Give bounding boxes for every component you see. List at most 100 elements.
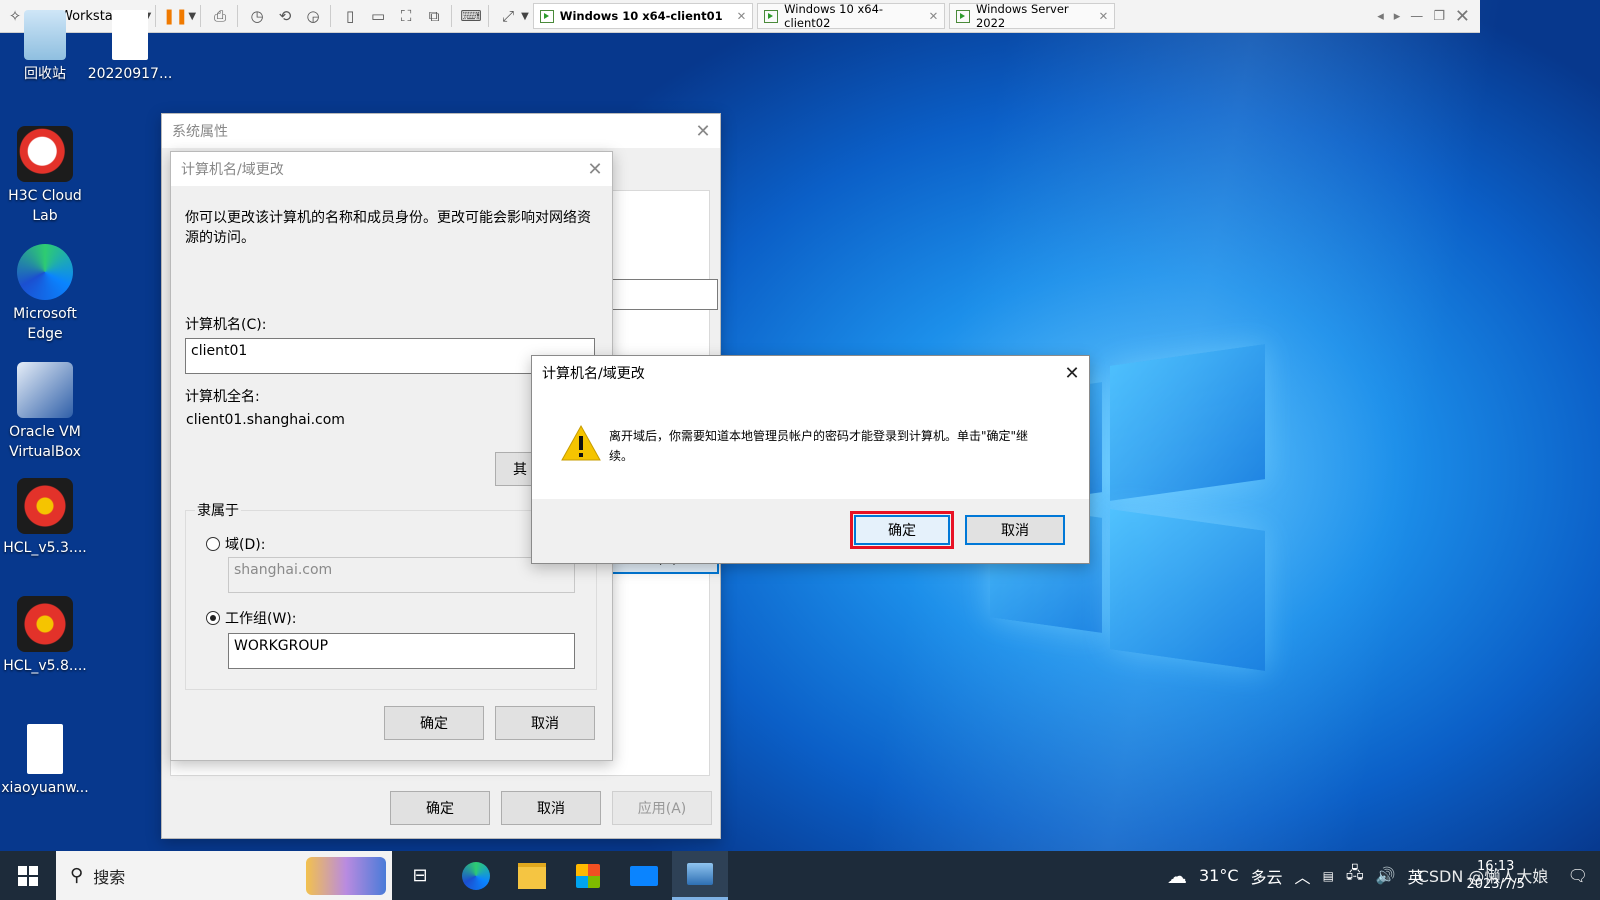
computer-name-label: 计算机名(C):	[185, 317, 267, 333]
show-hidden-icons-icon[interactable]: ︿	[1295, 864, 1311, 888]
clock[interactable]: 16:13 2023/7/5 CSDN @懒人大娘	[1418, 856, 1556, 896]
weather-desc[interactable]: 多云	[1251, 864, 1283, 888]
full-screen-icon[interactable]: ⛶	[393, 3, 419, 29]
system-properties-taskbar-icon[interactable]	[672, 851, 728, 900]
workgroup-input[interactable]: WORKGROUP	[228, 633, 575, 669]
domain-radio[interactable]	[206, 537, 220, 551]
dialog-description: 你可以更改该计算机的名称和成员身份。更改可能会影响对网络资源的访问。	[185, 210, 591, 246]
csdn-watermark: CSDN @懒人大娘	[1417, 866, 1549, 886]
library-view-icon[interactable]: ▯	[337, 3, 363, 29]
ok-button[interactable]: 确定	[390, 791, 490, 825]
stretch-icon[interactable]: ⤢	[495, 3, 521, 29]
notification-icon[interactable]: 🗨	[1568, 866, 1588, 885]
hcl-icon	[17, 478, 73, 534]
warning-icon	[561, 424, 601, 461]
cancel-button[interactable]: 取消	[501, 791, 601, 825]
file-explorer-icon[interactable]	[504, 851, 560, 900]
system-tray: ☁ 31°C 多云 ︿ ▤ 🖧 🔊 英 16:13 2023/7/5 CSDN …	[1167, 856, 1600, 896]
close-icon[interactable]: ✕	[1055, 363, 1089, 384]
chevron-down-icon[interactable]: ▼	[188, 11, 196, 22]
button-label: 确定	[426, 801, 454, 817]
dialog-title: 计算机名/域更改	[542, 366, 645, 382]
file-icon	[27, 724, 63, 774]
unity-icon[interactable]: ⧉	[421, 3, 447, 29]
tab-scroll-left-icon[interactable]: ◂	[1377, 9, 1384, 24]
taskbar-search-box[interactable]: ⚲ 搜索	[56, 851, 392, 900]
vm-tab-client02[interactable]: Windows 10 x64-client02 ✕	[757, 2, 946, 30]
workgroup-radio[interactable]	[206, 611, 220, 625]
desktop-icon-file-20220917[interactable]: 20220917...	[85, 10, 175, 84]
vmware-tools-icon[interactable]: ▤	[1323, 869, 1334, 883]
desktop-icon-hcl-53[interactable]: HCL_v5.3....	[0, 478, 90, 558]
close-icon[interactable]: ✕	[1099, 9, 1109, 23]
button-label: 确定	[420, 716, 448, 732]
close-icon[interactable]: ✕	[1455, 6, 1470, 27]
volume-icon[interactable]: 🔊	[1376, 866, 1396, 885]
close-icon[interactable]: ✕	[929, 9, 939, 23]
chevron-down-icon[interactable]: ▼	[521, 11, 529, 22]
weather-icon[interactable]: ☁	[1167, 864, 1187, 888]
thumbnail-view-icon[interactable]: ▭	[365, 3, 391, 29]
button-label: 其	[513, 462, 527, 478]
domain-input[interactable]: shanghai.com	[228, 557, 575, 593]
virtualbox-icon	[17, 362, 73, 418]
confirm-ok-button[interactable]: 确定	[850, 511, 954, 549]
button-label: 确定	[888, 523, 916, 539]
vmware-toolbar: ✧ ▣ Workstation ▼ ❚❚ ▼ ⎙ ◷ ⟲ ◶ ▯ ▭ ⛶ ⧉ ⌨…	[0, 0, 1480, 33]
confirm-cancel-button[interactable]: 取消	[965, 515, 1065, 545]
desktop-icon-label: 回收站	[24, 66, 66, 82]
desktop-icon-label: HCL_v5.8....	[3, 658, 87, 674]
vm-tab-label: Windows 10 x64-client02	[784, 2, 884, 30]
desktop-icon-label: HCL_v5.3....	[3, 540, 87, 556]
close-icon[interactable]: ✕	[737, 9, 747, 23]
button-label: 应用(A)	[637, 801, 687, 817]
desktop-icon-label: xiaoyuanw...	[1, 780, 89, 796]
snapshot-icon[interactable]: ◷	[244, 3, 270, 29]
vm-running-icon	[539, 9, 554, 23]
ok-button[interactable]: 确定	[384, 706, 484, 740]
search-placeholder: 搜索	[93, 867, 126, 887]
dialog-title: 计算机名/域更改	[181, 162, 284, 178]
vm-tab-client01[interactable]: Windows 10 x64-client01 ✕	[532, 3, 754, 29]
computer-name-titlebar: 计算机名/域更改 ✕	[171, 152, 612, 186]
desktop-icon-hcl-58[interactable]: HCL_v5.8....	[0, 596, 90, 676]
desktop-icon-h3c-cloud-lab[interactable]: H3C Cloud Lab	[0, 126, 90, 226]
desktop-icon-recycle-bin[interactable]: 回收站	[0, 10, 90, 84]
edge-taskbar-icon[interactable]	[448, 851, 504, 900]
console-icon[interactable]: ⌨	[458, 3, 484, 29]
desktop-icon-virtualbox[interactable]: Oracle VM VirtualBox	[0, 362, 90, 462]
apply-button[interactable]: 应用(A)	[612, 791, 712, 825]
close-icon[interactable]: ✕	[578, 159, 612, 180]
desktop-icon-label: Microsoft Edge	[13, 306, 77, 342]
hcl-icon	[17, 596, 73, 652]
store-icon[interactable]	[560, 851, 616, 900]
close-icon[interactable]: ✕	[686, 121, 720, 142]
start-button[interactable]	[0, 851, 56, 900]
tab-scroll-right-icon[interactable]: ▸	[1394, 9, 1401, 24]
restore-icon[interactable]: ❐	[1433, 9, 1445, 24]
confirm-leave-domain-dialog: 计算机名/域更改 ✕ 离开域后，你需要知道本地管理员帐户的密码才能登录到计算机。…	[531, 355, 1090, 564]
button-label: 取消	[1001, 523, 1029, 539]
divider	[488, 5, 490, 27]
taskbar: ⚲ 搜索 ⊟ ☁ 31°C 多云 ︿ ▤ 🖧 🔊 英 16:13 2023/7/…	[0, 851, 1600, 900]
snapshot-manager-icon[interactable]: ◶	[300, 3, 326, 29]
h3c-cloud-lab-icon	[17, 126, 73, 182]
desktop-icon-edge[interactable]: Microsoft Edge	[0, 244, 90, 344]
weather-temp[interactable]: 31°C	[1199, 866, 1239, 885]
network-icon[interactable]: 🖧	[1346, 862, 1364, 889]
minimize-icon[interactable]: —	[1410, 9, 1423, 24]
revert-snapshot-icon[interactable]: ⟲	[272, 3, 298, 29]
mail-icon[interactable]	[616, 851, 672, 900]
vmware-window-controls: ◂ ▸ — ❐ ✕	[1377, 6, 1480, 27]
vm-tab-server2022[interactable]: Windows Server 2022 ✕	[949, 2, 1116, 30]
computer-description-field[interactable]	[602, 279, 718, 310]
vm-running-icon	[764, 9, 779, 23]
divider	[200, 5, 202, 27]
search-icon: ⚲	[70, 865, 84, 886]
cancel-button[interactable]: 取消	[495, 706, 595, 740]
full-name-value: client01.shanghai.com	[186, 412, 345, 428]
desktop-icon-xiaoyuanw[interactable]: xiaoyuanw...	[0, 724, 90, 798]
recycle-bin-icon	[24, 10, 66, 60]
send-ctrl-alt-del-icon[interactable]: ⎙	[207, 3, 233, 29]
task-view-icon[interactable]: ⊟	[392, 851, 448, 900]
